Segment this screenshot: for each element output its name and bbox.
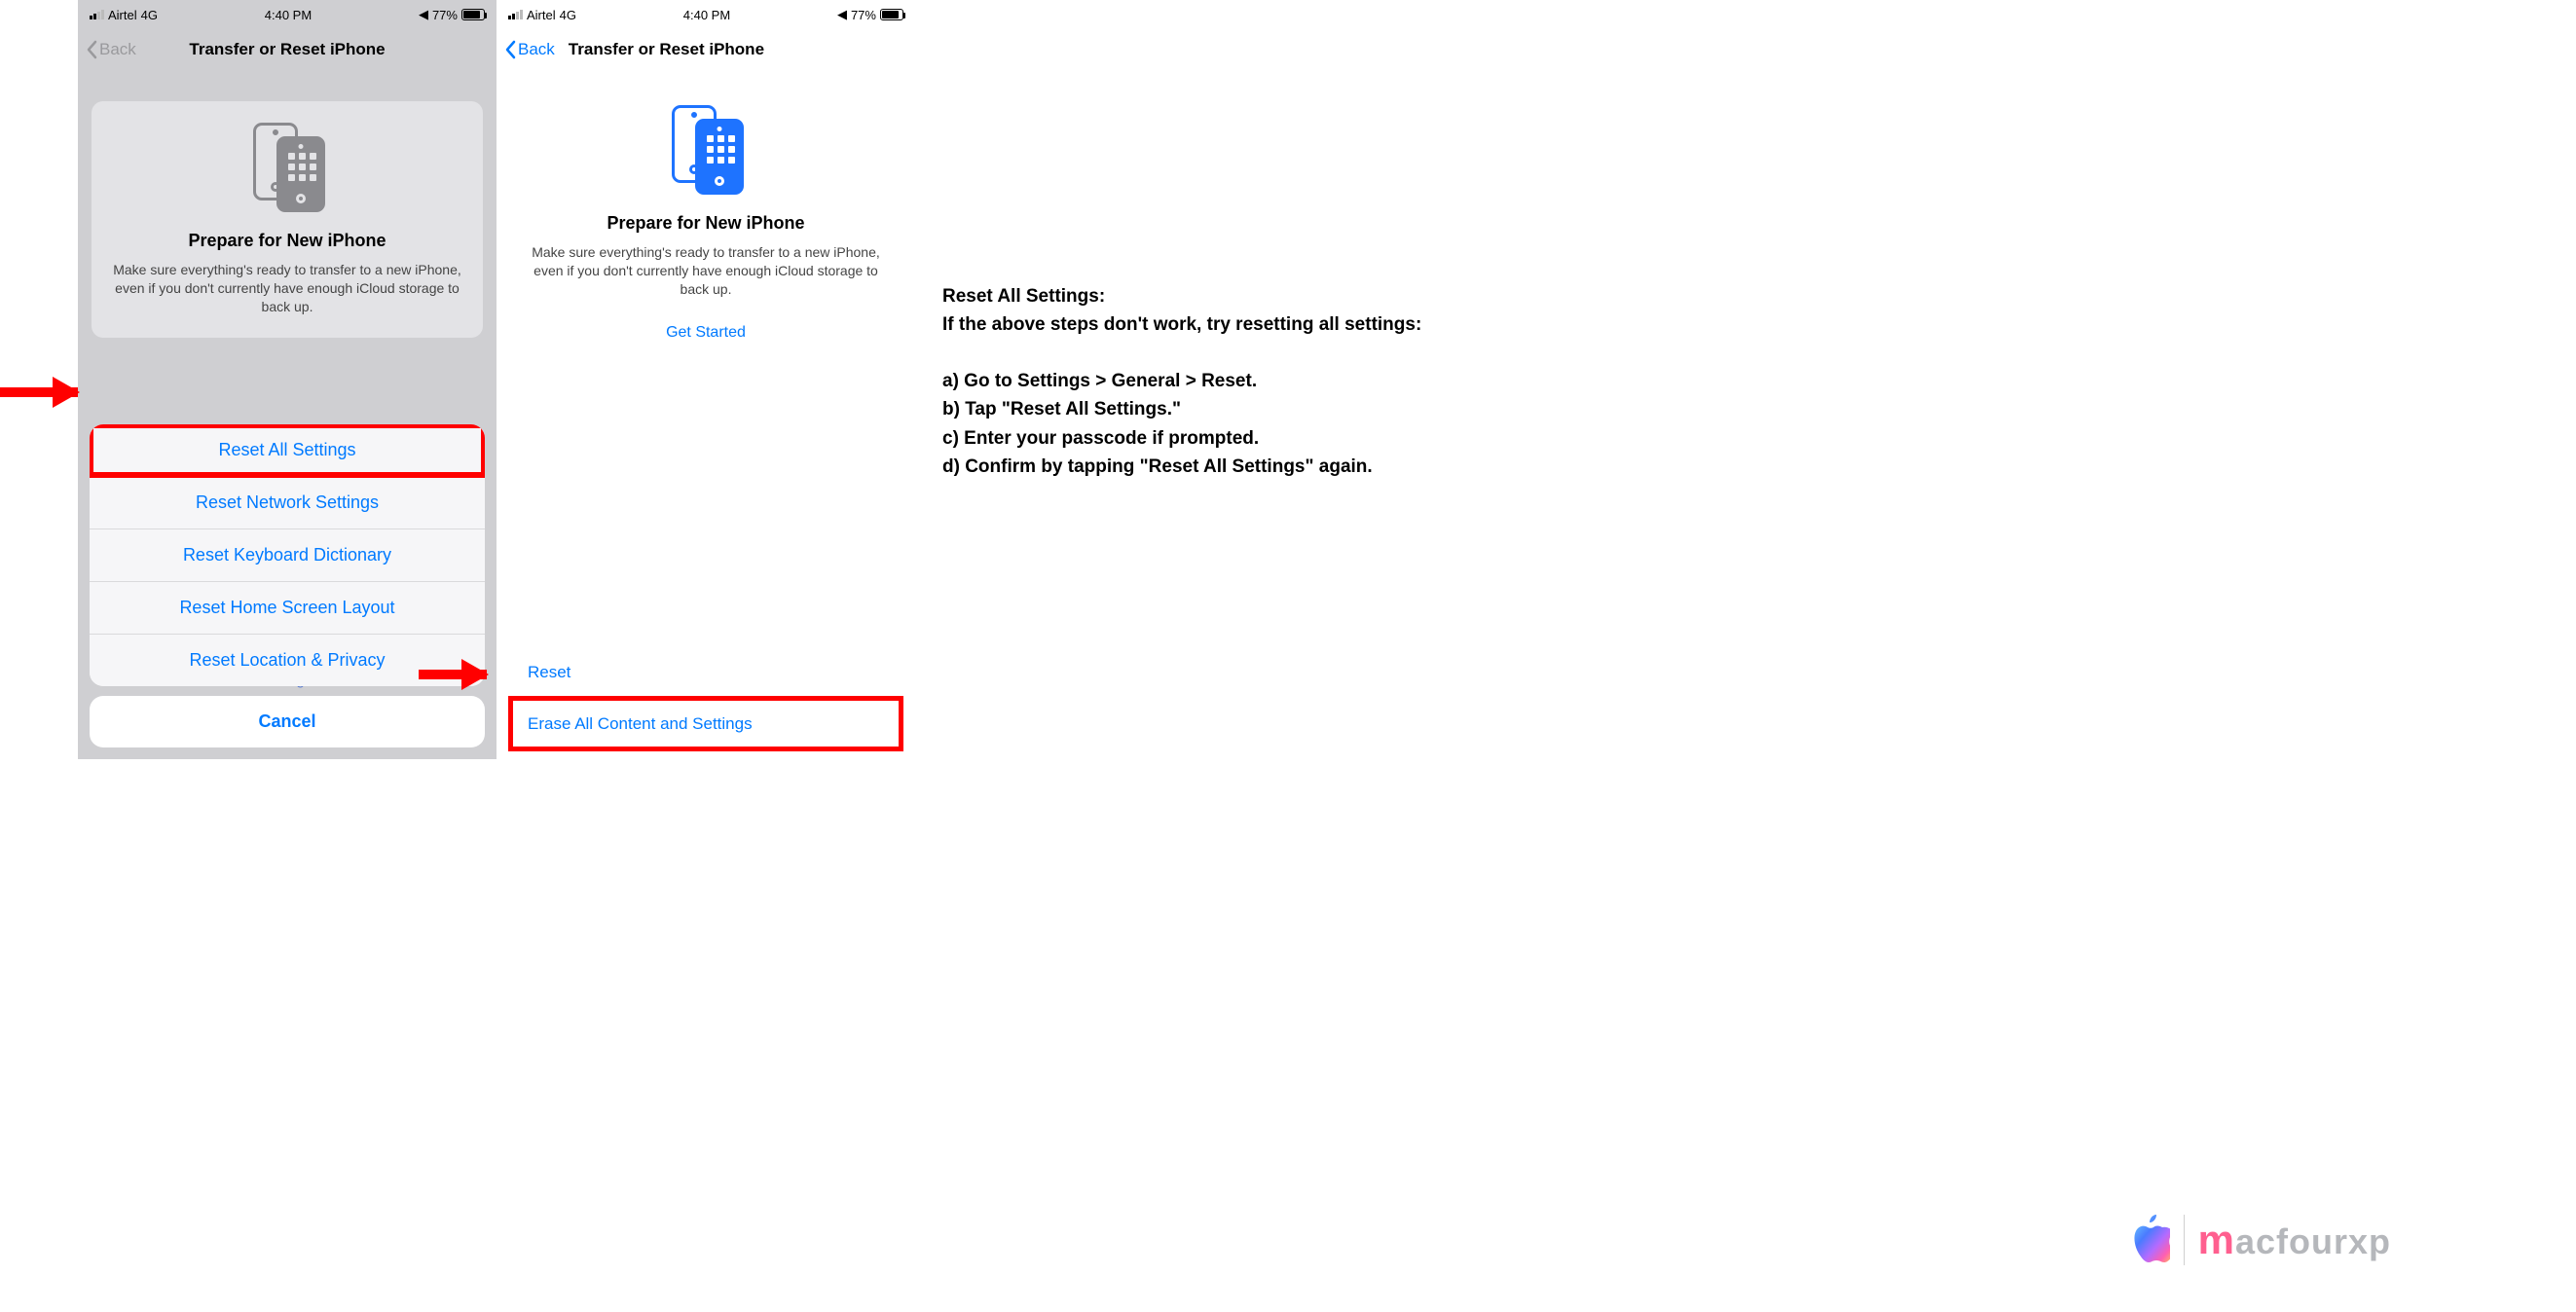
- back-button[interactable]: Back: [86, 40, 136, 59]
- battery-icon: [461, 9, 485, 20]
- instructions-step-a: a) Go to Settings > General > Reset.: [942, 367, 1507, 395]
- back-label: Back: [99, 40, 136, 59]
- instructions-step-b: b) Tap "Reset All Settings.": [942, 395, 1507, 423]
- page-title: Transfer or Reset iPhone: [189, 40, 385, 59]
- chevron-left-icon: [504, 40, 516, 59]
- prepare-desc: Make sure everything's ready to transfer…: [105, 261, 469, 316]
- prepare-card: Prepare for New iPhone Make sure everyth…: [510, 84, 902, 367]
- battery-pct: 77%: [851, 8, 876, 22]
- prepare-title: Prepare for New iPhone: [105, 231, 469, 251]
- prepare-card-dimmed: Prepare for New iPhone Make sure everyth…: [92, 101, 483, 338]
- chevron-left-icon: [86, 40, 97, 59]
- instructions-sub: If the above steps don't work, try reset…: [942, 310, 1507, 339]
- get-started-button[interactable]: Get Started: [524, 324, 888, 342]
- battery-icon: [880, 9, 903, 20]
- instructions-text: Reset All Settings: If the above steps d…: [942, 282, 1507, 482]
- sheet-reset-all-settings[interactable]: Reset All Settings: [90, 424, 485, 476]
- reset-row[interactable]: Reset: [510, 647, 902, 698]
- brand-wordmark: macfourxp: [2198, 1217, 2391, 1263]
- erase-all-row[interactable]: Erase All Content and Settings: [510, 698, 902, 749]
- reset-action-sheet: Reset All Settings Reset Network Setting…: [90, 424, 485, 747]
- network-label: 4G: [141, 8, 158, 22]
- logo-separator: [2184, 1215, 2185, 1265]
- transfer-phones-icon: [664, 105, 748, 195]
- nav-bar: Back Transfer or Reset iPhone: [497, 29, 915, 70]
- sheet-cancel-button[interactable]: Cancel: [90, 696, 485, 747]
- prepare-desc: Make sure everything's ready to transfer…: [524, 243, 888, 299]
- carrier-label: Airtel: [527, 8, 556, 22]
- prepare-title: Prepare for New iPhone: [524, 213, 888, 234]
- location-icon: ◀: [419, 7, 428, 22]
- brand-m: m: [2198, 1217, 2235, 1262]
- brand-logo: macfourxp: [2127, 1215, 2391, 1265]
- sheet-reset-home-screen[interactable]: Reset Home Screen Layout: [90, 581, 485, 634]
- sheet-reset-network[interactable]: Reset Network Settings: [90, 476, 485, 528]
- instructions-step-c: c) Enter your passcode if prompted.: [942, 424, 1507, 453]
- screenshot-reset-sheet: Airtel 4G 4:40 PM ◀ 77% Back Transfer or…: [78, 0, 497, 759]
- reset-rows: Reset Erase All Content and Settings: [510, 647, 902, 749]
- apple-icon: [2127, 1215, 2170, 1265]
- page-title: Transfer or Reset iPhone: [569, 40, 764, 59]
- annotation-arrow-right: [419, 670, 487, 679]
- status-bar: Airtel 4G 4:40 PM ◀ 77%: [497, 0, 915, 29]
- back-button[interactable]: Back: [504, 40, 555, 59]
- instructions-step-d: d) Confirm by tapping "Reset All Setting…: [942, 453, 1507, 481]
- back-label: Back: [518, 40, 555, 59]
- carrier-label: Airtel: [108, 8, 137, 22]
- annotation-arrow-left: [0, 387, 78, 397]
- screenshot-transfer-reset: Airtel 4G 4:40 PM ◀ 77% Back Transfer or…: [497, 0, 915, 759]
- sheet-options: Reset All Settings Reset Network Setting…: [90, 424, 485, 686]
- battery-pct: 77%: [432, 8, 458, 22]
- location-icon: ◀: [837, 7, 847, 22]
- network-label: 4G: [560, 8, 576, 22]
- clock-label: 4:40 PM: [683, 8, 730, 22]
- nav-bar: Back Transfer or Reset iPhone: [78, 29, 497, 70]
- clock-label: 4:40 PM: [265, 8, 312, 22]
- instructions-heading: Reset All Settings:: [942, 282, 1507, 310]
- brand-rest: acfourxp: [2235, 1221, 2391, 1261]
- sheet-reset-keyboard[interactable]: Reset Keyboard Dictionary: [90, 528, 485, 581]
- transfer-phones-icon: [245, 123, 329, 212]
- signal-icon: [508, 10, 523, 19]
- status-bar: Airtel 4G 4:40 PM ◀ 77%: [78, 0, 497, 29]
- signal-icon: [90, 10, 104, 19]
